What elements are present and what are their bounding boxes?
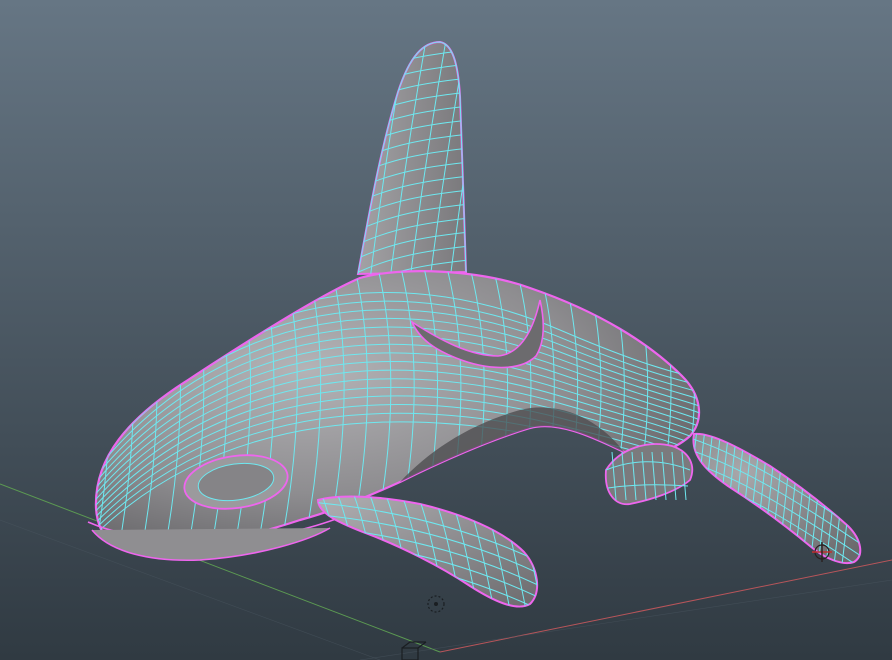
3d-viewport[interactable] <box>0 0 892 660</box>
viewport-scene[interactable] <box>0 0 892 660</box>
